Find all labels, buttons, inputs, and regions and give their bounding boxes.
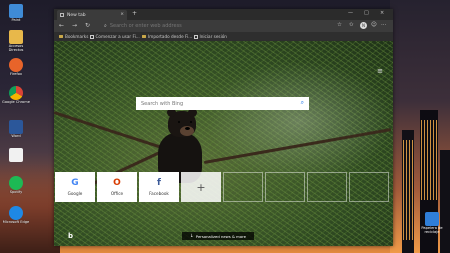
avatar[interactable]: N: [360, 22, 367, 29]
edge-icon: [9, 206, 23, 220]
paint-icon: [9, 4, 23, 18]
omnibox[interactable]: ⌕: [104, 22, 339, 30]
favorite-star-icon[interactable]: ☆: [337, 22, 342, 28]
desktop-icon-recycle-bin[interactable]: Papelera de reciclaje: [418, 212, 446, 235]
google-icon: G: [71, 177, 79, 188]
building-lights: [403, 140, 413, 240]
tab-new-tab[interactable]: New tab ×: [57, 10, 127, 20]
recycle-bin-icon: [425, 212, 439, 226]
firefox-icon: [9, 58, 23, 72]
tile-label: Facebook: [149, 190, 169, 196]
desktop-icon-paint[interactable]: Paint: [2, 4, 30, 23]
desktop-icon-chrome[interactable]: Google Chrome: [2, 86, 30, 105]
favorite-label: Iniciar sesión: [199, 34, 227, 39]
feedback-icon[interactable]: ☺: [371, 22, 377, 28]
refresh-button[interactable]: ↻: [85, 22, 90, 29]
new-tab-button[interactable]: +: [132, 10, 137, 17]
top-sites: G Google O Office f Facebook +: [54, 172, 393, 202]
search-icon[interactable]: ⌕: [301, 99, 304, 107]
desktop-icon-label: Spotify: [9, 190, 23, 194]
bear-eye: [190, 121, 192, 123]
maximize-button[interactable]: □: [364, 10, 369, 16]
facebook-icon: f: [157, 177, 161, 188]
office-icon: O: [113, 177, 121, 188]
favorites-icon[interactable]: ✩: [349, 22, 354, 28]
chrome-icon: [9, 86, 23, 100]
desktop-icon-label: Microsoft Edge: [2, 220, 30, 224]
arrow-down-icon: ↓: [190, 233, 194, 239]
page-icon: [194, 34, 198, 39]
desktop-icon-shortcuts[interactable]: Accesos Directos: [2, 30, 30, 53]
minimize-button[interactable]: —: [348, 10, 353, 16]
spotify-icon: [9, 176, 23, 190]
tile-label: Google: [67, 190, 83, 196]
browser-window: New tab × + — □ × ← → ↻ ⌕ ☆ ✩ N ☺ ··· Bo…: [54, 9, 393, 246]
document-icon: [9, 148, 23, 162]
desktop-icon-label: Google Chrome: [2, 100, 30, 104]
empty-tile: [265, 172, 305, 202]
search-icon: ⌕: [104, 23, 107, 29]
background-haze: [204, 61, 393, 181]
desktop-icon-label: Paint: [11, 18, 21, 22]
tile-google[interactable]: G Google: [55, 172, 95, 202]
more-menu-button[interactable]: ···: [381, 22, 386, 28]
address-bar: ← → ↻ ⌕ ☆ ✩ N ☺ ···: [54, 20, 393, 32]
bear-eye: [178, 121, 180, 123]
bear-nose: [185, 127, 190, 130]
empty-tile: [349, 172, 389, 202]
desktop-icon-spotify[interactable]: Spotify: [2, 176, 30, 195]
folder-icon: [59, 35, 63, 38]
tile-facebook[interactable]: f Facebook: [139, 172, 179, 202]
desktop-icon-word[interactable]: Word: [2, 120, 30, 139]
favorite-label: Importado desde Fi...: [148, 34, 193, 39]
page-icon: [90, 34, 94, 39]
plus-icon: +: [196, 180, 206, 194]
bear-head: [167, 108, 197, 137]
folder-icon: [142, 35, 146, 38]
page-icon: [60, 13, 64, 17]
desktop-icon-label: Firefox: [10, 72, 22, 76]
bing-logo: b: [68, 232, 74, 240]
folder-icon: [9, 30, 23, 44]
desktop-icon-label: Word: [11, 134, 21, 138]
empty-tile: [223, 172, 263, 202]
word-icon: [9, 120, 23, 134]
new-tab-page: ≡ ⌕ G Google O Office f Facebook +: [54, 41, 393, 246]
building: [440, 150, 450, 253]
favorites-bar-item[interactable]: Importado desde Fi...: [142, 34, 192, 39]
forward-button[interactable]: →: [72, 22, 77, 29]
favorites-bar-item[interactable]: Bookmarks: [59, 34, 88, 39]
title-bar: New tab × + — □ ×: [54, 9, 393, 20]
desktop-icon-firefox[interactable]: Firefox: [2, 58, 30, 77]
personalized-news-button[interactable]: ↓ Personalized news & more: [182, 232, 254, 240]
search-input[interactable]: [141, 100, 291, 107]
favorites-bar-item[interactable]: Iniciar sesión: [194, 34, 227, 39]
address-input[interactable]: [109, 23, 310, 29]
close-button[interactable]: ×: [380, 10, 384, 16]
building-lights: [421, 120, 437, 200]
favorites-bar: Bookmarks Comenzar a usar Fi... Importad…: [54, 32, 393, 41]
favorite-label: Comenzar a usar Fi...: [95, 34, 140, 39]
bing-search-box[interactable]: ⌕: [136, 97, 309, 110]
favorite-label: Bookmarks: [65, 34, 89, 39]
tab-title: New tab: [67, 12, 86, 18]
back-button[interactable]: ←: [59, 22, 64, 29]
favorites-bar-item[interactable]: Comenzar a usar Fi...: [90, 34, 140, 39]
desktop-icon-edge[interactable]: Microsoft Edge: [2, 206, 30, 225]
tile-label: Office: [110, 190, 124, 196]
tab-close-button[interactable]: ×: [120, 12, 124, 17]
news-label: Personalized news & more: [195, 233, 246, 239]
add-site-button[interactable]: +: [181, 172, 221, 202]
page-settings-icon[interactable]: ≡: [377, 67, 383, 75]
tile-office[interactable]: O Office: [97, 172, 137, 202]
desktop-icon-label: Papelera de reciclaje: [421, 226, 443, 234]
empty-tile: [307, 172, 347, 202]
desktop-icon-document[interactable]: [2, 148, 30, 163]
desktop-icon-label: Accesos Directos: [8, 44, 24, 52]
